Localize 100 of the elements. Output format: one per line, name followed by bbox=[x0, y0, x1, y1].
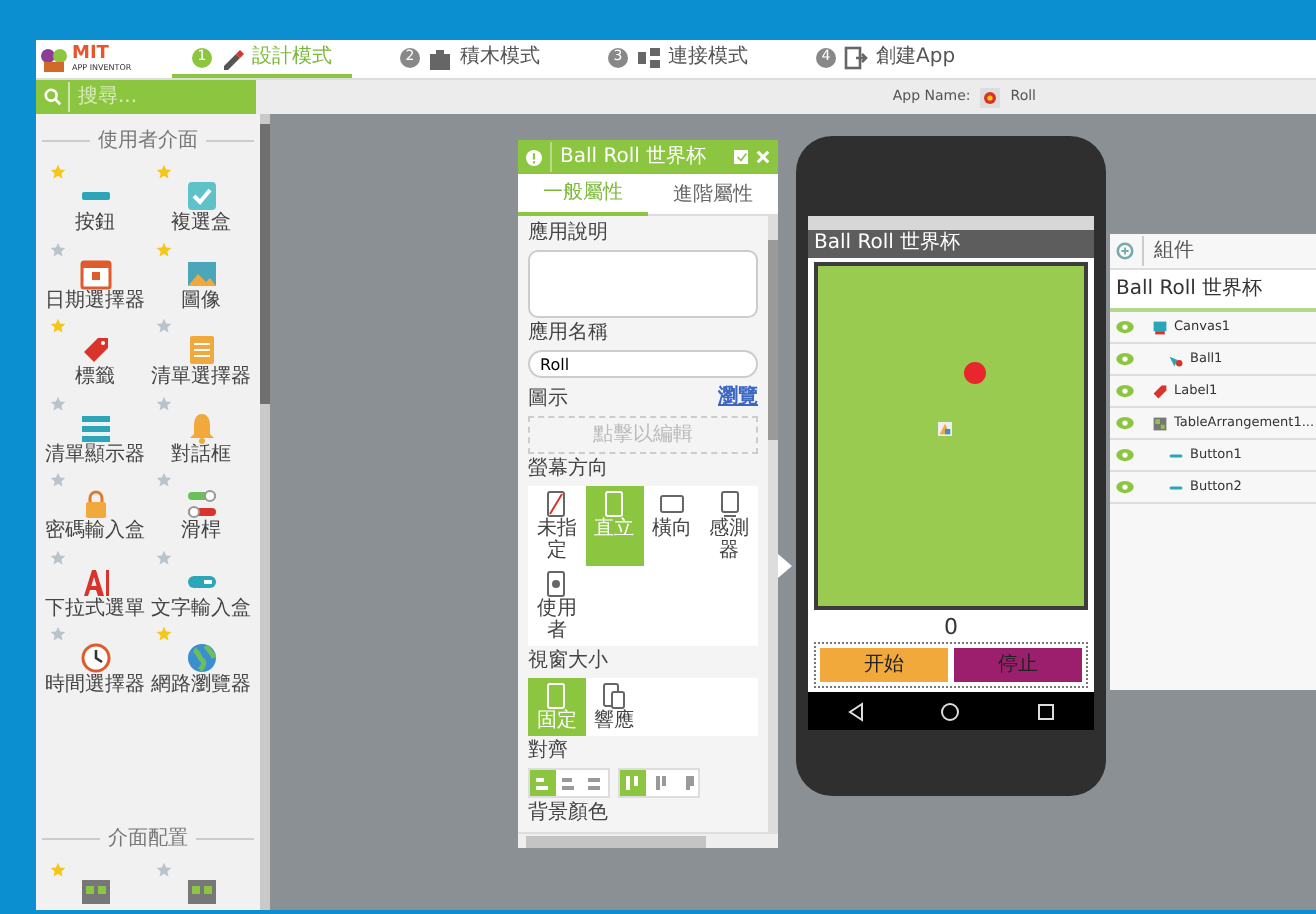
eye-icon[interactable] bbox=[1116, 320, 1134, 334]
component-label[interactable]: 網路瀏覽器 bbox=[151, 674, 251, 697]
alignment-icon bbox=[560, 774, 578, 792]
star-icon[interactable] bbox=[50, 549, 66, 565]
component-label[interactable]: 按鈕 bbox=[75, 212, 115, 235]
field-label: 背景顏色 bbox=[528, 802, 610, 826]
component-label[interactable]: 清單顯示器 bbox=[45, 443, 145, 466]
component-label[interactable]: 滑桿 bbox=[181, 520, 221, 543]
field-label: 螢幕方向 bbox=[528, 458, 610, 482]
search-field[interactable]: 搜尋... bbox=[68, 82, 228, 112]
section-title: 介面配置 bbox=[42, 824, 254, 854]
star-icon[interactable] bbox=[50, 241, 66, 257]
puzzle-icon bbox=[428, 45, 452, 69]
logo-title: MIT bbox=[72, 46, 111, 64]
phone-icon bbox=[544, 490, 569, 518]
search-bar[interactable]: 搜尋... bbox=[36, 80, 256, 114]
tag-icon bbox=[1152, 383, 1168, 399]
layout-icon[interactable] bbox=[185, 878, 217, 910]
brush-icon bbox=[220, 45, 244, 69]
component-label[interactable]: 清單選擇器 bbox=[151, 366, 251, 389]
letter-icon[interactable] bbox=[79, 565, 111, 597]
star-icon[interactable] bbox=[156, 318, 172, 334]
star-icon[interactable] bbox=[156, 164, 172, 180]
bell-icon[interactable] bbox=[185, 411, 217, 443]
field-label: 對齊 bbox=[528, 740, 570, 764]
about-field[interactable] bbox=[528, 250, 758, 318]
palette-scrollbar[interactable] bbox=[260, 114, 270, 910]
component-label[interactable]: 複選盒 bbox=[171, 212, 231, 235]
alignment-icon bbox=[534, 774, 552, 792]
star-icon[interactable] bbox=[50, 164, 66, 180]
image-icon[interactable] bbox=[185, 257, 217, 289]
close-icon[interactable] bbox=[756, 150, 770, 164]
alignment-icon bbox=[586, 774, 604, 792]
phone-icon bbox=[544, 682, 569, 710]
sprite-icon bbox=[937, 422, 952, 437]
connection-icon bbox=[636, 45, 660, 69]
star-icon[interactable] bbox=[50, 318, 66, 334]
eye-icon[interactable] bbox=[1116, 416, 1134, 430]
table-icon bbox=[1152, 415, 1168, 431]
app-title-bar: Ball Roll 世界杯 bbox=[808, 230, 1094, 258]
align-button[interactable] bbox=[620, 770, 646, 796]
star-icon[interactable] bbox=[50, 472, 66, 488]
export-icon bbox=[844, 45, 868, 69]
star-icon[interactable] bbox=[156, 862, 172, 878]
component-label[interactable]: 圖像 bbox=[181, 289, 221, 312]
align-button[interactable] bbox=[530, 770, 556, 796]
panel-title: Ball Roll 世界杯 bbox=[550, 142, 726, 172]
component-label[interactable]: 下拉式選單 bbox=[45, 597, 145, 620]
component-label[interactable]: 標籤 bbox=[75, 366, 115, 389]
search-icon bbox=[44, 88, 62, 106]
star-icon[interactable] bbox=[156, 241, 172, 257]
star-icon[interactable] bbox=[156, 395, 172, 411]
app-icon bbox=[980, 87, 1001, 107]
eye-icon[interactable] bbox=[1116, 480, 1134, 494]
screen-item[interactable]: Ball Roll 世界杯 bbox=[1110, 270, 1316, 312]
star-icon[interactable] bbox=[156, 472, 172, 488]
component-label[interactable]: 時間選擇器 bbox=[45, 674, 145, 697]
phone-icon bbox=[659, 490, 684, 518]
phone-icon bbox=[544, 570, 569, 598]
back-icon[interactable] bbox=[845, 701, 866, 721]
field-label: 圖示 bbox=[528, 388, 568, 412]
eye-icon[interactable] bbox=[1116, 384, 1134, 398]
app-button[interactable]: 开始 bbox=[820, 648, 948, 682]
toggle-icon[interactable] bbox=[185, 488, 217, 520]
checkbox-icon[interactable] bbox=[185, 180, 217, 212]
home-icon[interactable] bbox=[940, 701, 961, 721]
eye-icon[interactable] bbox=[1116, 352, 1134, 366]
component-label[interactable]: 文字輸入盒 bbox=[151, 597, 251, 620]
component-label[interactable]: 對話框 bbox=[171, 443, 231, 466]
browse-link[interactable]: 瀏覽 bbox=[718, 382, 758, 412]
help-icon[interactable] bbox=[526, 149, 542, 165]
add-icon[interactable] bbox=[1116, 242, 1134, 260]
list-icon[interactable] bbox=[185, 334, 217, 366]
star-icon[interactable] bbox=[156, 549, 172, 565]
star-icon[interactable] bbox=[50, 626, 66, 642]
canvas-icon bbox=[1152, 319, 1168, 335]
eye-icon[interactable] bbox=[1116, 448, 1134, 462]
field-label: 應用說明 bbox=[528, 222, 610, 246]
field-label: 視窗大小 bbox=[528, 650, 610, 674]
checkbox-icon[interactable] bbox=[734, 150, 748, 164]
component-label[interactable]: 密碼輸入盒 bbox=[45, 520, 145, 543]
star-icon[interactable] bbox=[156, 626, 172, 642]
ball bbox=[964, 361, 987, 384]
star-icon[interactable] bbox=[50, 862, 66, 878]
app-name-field[interactable]: Roll bbox=[528, 350, 758, 378]
list-icon[interactable] bbox=[79, 411, 111, 443]
recents-icon[interactable] bbox=[1036, 701, 1057, 721]
clock-icon[interactable] bbox=[79, 642, 111, 674]
calendar-icon[interactable] bbox=[79, 257, 111, 289]
globe-icon[interactable] bbox=[185, 642, 217, 674]
component-label[interactable]: 日期選擇器 bbox=[45, 289, 145, 312]
star-icon[interactable] bbox=[50, 395, 66, 411]
horizontal-scrollbar[interactable] bbox=[518, 832, 778, 848]
field-label: 應用名稱 bbox=[528, 322, 610, 346]
tag-icon[interactable] bbox=[79, 334, 111, 366]
panel-title: 組件 bbox=[1142, 236, 1194, 266]
brush-icon bbox=[1168, 351, 1184, 367]
vertical-scrollbar[interactable] bbox=[768, 216, 778, 832]
layout-icon[interactable] bbox=[79, 878, 111, 910]
score-label: 0 bbox=[942, 613, 960, 640]
